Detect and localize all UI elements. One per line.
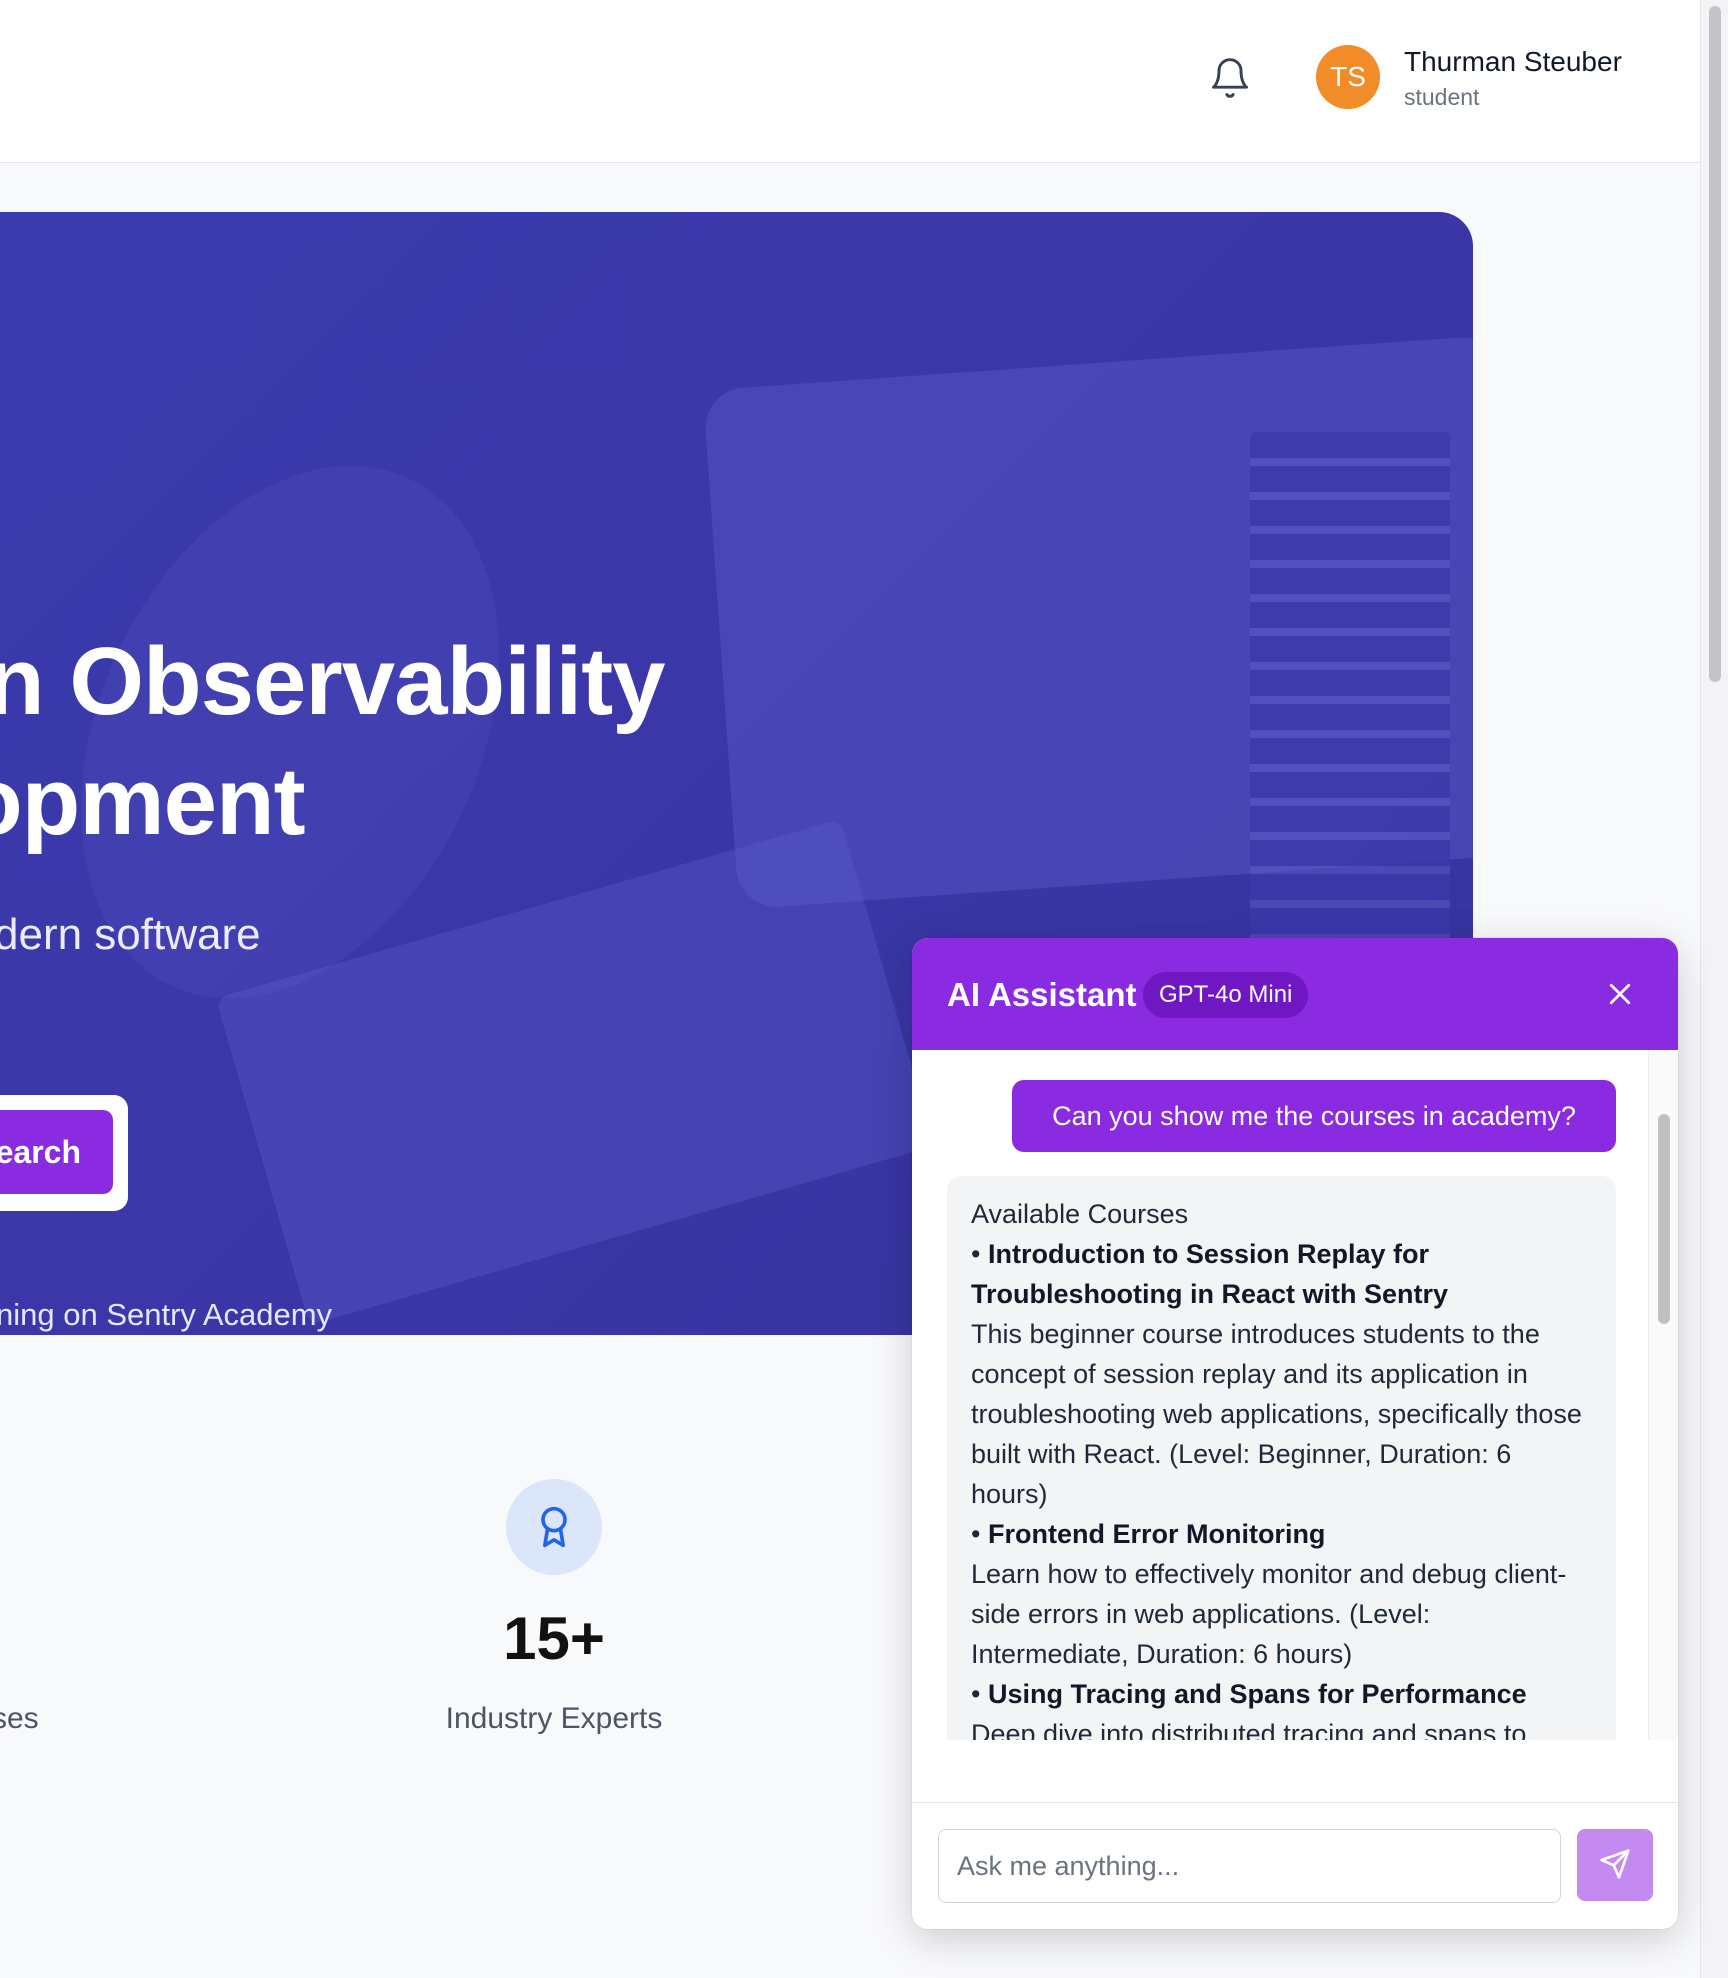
- chat-input[interactable]: [938, 1829, 1561, 1903]
- chat-scrollbar[interactable]: [1648, 1050, 1678, 1740]
- hero-background-keyboard: [1250, 432, 1450, 992]
- chat-scrollbar-thumb[interactable]: [1658, 1114, 1670, 1324]
- user-message: Can you show me the courses in academy?: [1012, 1080, 1616, 1152]
- course-title: Using Tracing and Spans for Performance: [987, 1679, 1527, 1709]
- chat-header: AI Assistant GPT-4o Mini: [912, 938, 1678, 1050]
- hero-title-line2: opment: [0, 748, 306, 855]
- course-item: • Using Tracing and Spans for Performanc…: [971, 1674, 1592, 1714]
- hero-subtitle: dern software: [0, 910, 261, 959]
- top-header: TS Thurman Steuber student: [0, 0, 1700, 163]
- course-item: • Frontend Error Monitoring: [971, 1514, 1592, 1554]
- award-icon: [506, 1479, 602, 1575]
- bullet: •: [971, 1519, 988, 1549]
- user-role: student: [1404, 84, 1480, 110]
- send-icon: [1599, 1848, 1631, 1883]
- page-scrollbar[interactable]: [1700, 0, 1728, 1978]
- ai-assistant-panel: AI Assistant GPT-4o Mini Can you show me…: [912, 938, 1678, 1929]
- stat-label-courses: ses: [0, 1702, 39, 1735]
- course-description: This beginner course introduces students…: [971, 1319, 1582, 1509]
- hero-title-line1: n Observability: [0, 628, 666, 735]
- avatar[interactable]: TS: [1316, 45, 1380, 109]
- user-name: Thurman Steuber: [1404, 46, 1622, 77]
- course-title: Frontend Error Monitoring: [987, 1519, 1326, 1549]
- hero-search-wrapper: earch: [0, 1095, 128, 1211]
- bell-icon[interactable]: [1208, 56, 1252, 100]
- assistant-heading: Available Courses: [971, 1199, 1189, 1229]
- assistant-message: Available Courses • Introduction to Sess…: [947, 1176, 1616, 1740]
- stat-label-experts: Industry Experts: [445, 1702, 663, 1735]
- bullet: •: [971, 1679, 988, 1709]
- bullet: •: [971, 1239, 988, 1269]
- chat-input-bar: [912, 1802, 1678, 1929]
- model-badge: GPT-4o Mini: [1143, 972, 1309, 1018]
- chat-title: AI Assistant: [947, 976, 1137, 1013]
- course-description: Deep dive into distributed tracing and s…: [971, 1719, 1527, 1740]
- close-icon[interactable]: [1602, 976, 1638, 1012]
- send-button[interactable]: [1577, 1829, 1653, 1901]
- hero-footnote: ning on Sentry Academy: [0, 1297, 333, 1332]
- course-item: • Introduction to Session Replay for Tro…: [971, 1234, 1592, 1314]
- course-description: Learn how to effectively monitor and deb…: [971, 1559, 1567, 1669]
- course-title: Introduction to Session Replay for Troub…: [971, 1239, 1449, 1309]
- chat-messages[interactable]: Can you show me the courses in academy? …: [912, 1050, 1678, 1740]
- hero-title: n Observability opment: [0, 622, 666, 862]
- page-scrollbar-thumb[interactable]: [1709, 6, 1721, 682]
- search-button[interactable]: earch: [0, 1110, 113, 1194]
- stat-value-experts: 15+: [503, 1605, 605, 1672]
